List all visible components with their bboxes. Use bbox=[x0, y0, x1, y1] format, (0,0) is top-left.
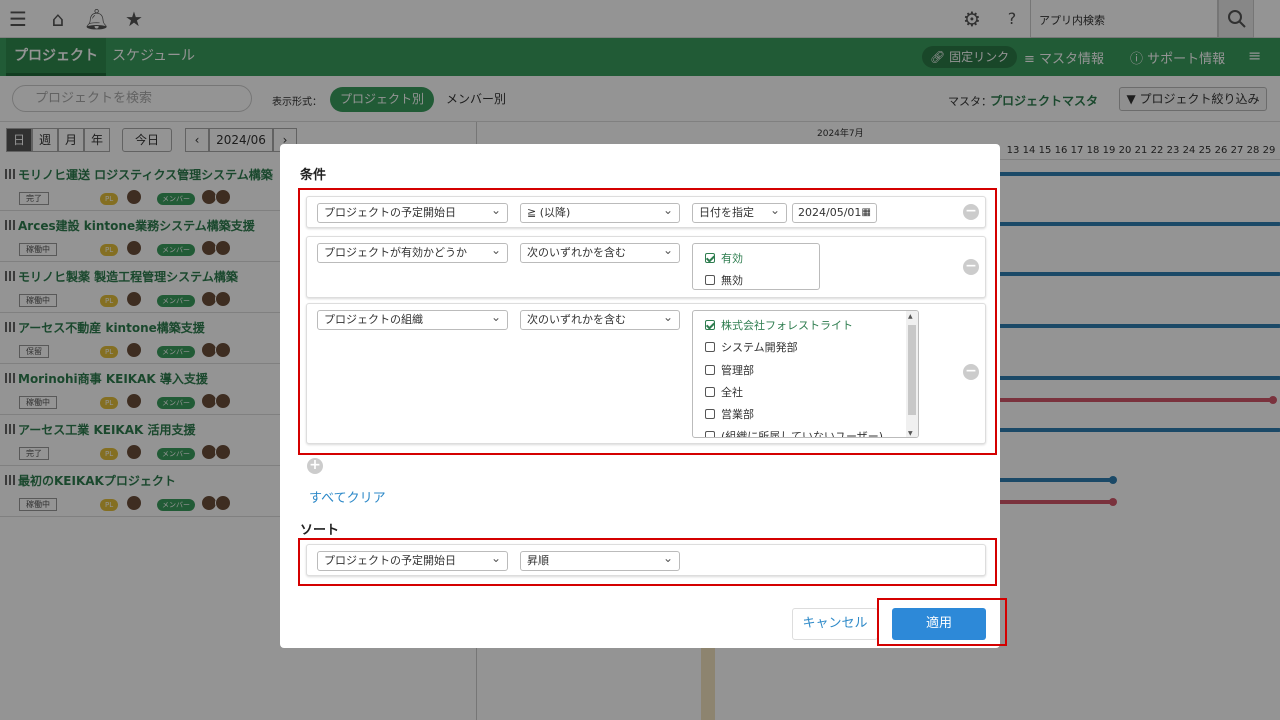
checkbox-icon bbox=[705, 431, 715, 437]
condition-operator-select[interactable]: 次のいずれかを含む bbox=[520, 241, 680, 263]
scrollbar-thumb[interactable] bbox=[908, 325, 916, 415]
app: ☰ ⌂ 🔔︎ ★ ⚙ ? アプリ内検索 プロジェクト スケジュール 🔗︎ 固定リ… bbox=[0, 0, 1280, 720]
sort-row: プロジェクトの予定開始日 昇順 bbox=[306, 544, 986, 576]
checkbox-icon bbox=[705, 365, 715, 375]
option-label: 営業部 bbox=[721, 408, 754, 421]
condition-field-select[interactable]: プロジェクトの組織 bbox=[317, 308, 508, 330]
condition-operator-select[interactable]: ≧ (以降) bbox=[520, 201, 680, 223]
option-label: 管理部 bbox=[721, 364, 754, 377]
active-options-box: 有効 無効 bbox=[692, 243, 820, 290]
apply-button[interactable]: 適用 bbox=[892, 608, 986, 640]
option-label: 全社 bbox=[721, 386, 743, 399]
remove-condition-icon[interactable]: − bbox=[963, 259, 979, 275]
scroll-up-icon[interactable]: ▲ bbox=[908, 313, 913, 320]
filter-modal: 条件 プロジェクトの予定開始日 ≧ (以降) 日付を指定 2024/05/01 … bbox=[280, 144, 1007, 648]
calendar-icon[interactable]: ▦ bbox=[862, 204, 871, 222]
condition-field-select[interactable]: プロジェクトの予定開始日 bbox=[317, 201, 508, 223]
scroll-down-icon[interactable]: ▼ bbox=[908, 430, 913, 437]
option-label: (組織に所属していないユーザー) bbox=[721, 430, 884, 438]
option-label: 有効 bbox=[721, 252, 743, 265]
condition-operator-select[interactable]: 次のいずれかを含む bbox=[520, 308, 680, 330]
scrollbar[interactable]: ▲ ▼ bbox=[906, 311, 918, 437]
option-inactive[interactable]: 無効 bbox=[705, 272, 743, 288]
option-org[interactable]: 全社 bbox=[705, 384, 743, 400]
condition-field-select[interactable]: プロジェクトが有効かどうか bbox=[317, 241, 508, 263]
option-label: 株式会社フォレストライト bbox=[721, 319, 853, 332]
checkbox-icon bbox=[705, 409, 715, 419]
option-label: 無効 bbox=[721, 274, 743, 287]
cancel-button[interactable]: キャンセル bbox=[792, 608, 878, 640]
option-org[interactable]: 株式会社フォレストライト bbox=[705, 317, 853, 333]
checkbox-icon bbox=[705, 387, 715, 397]
remove-condition-icon[interactable]: − bbox=[963, 204, 979, 220]
sort-order-select[interactable]: 昇順 bbox=[520, 549, 680, 571]
condition-row-organization: プロジェクトの組織 次のいずれかを含む 株式会社フォレストライト システム開発部… bbox=[306, 303, 986, 444]
date-input[interactable]: 2024/05/01 ▦ bbox=[792, 203, 877, 223]
sort-field-select[interactable]: プロジェクトの予定開始日 bbox=[317, 549, 508, 571]
date-mode-select[interactable]: 日付を指定 bbox=[692, 201, 787, 223]
checkbox-icon bbox=[705, 342, 715, 352]
add-condition-icon[interactable]: + bbox=[307, 458, 323, 474]
clear-all-link[interactable]: すべてクリア bbox=[309, 487, 386, 506]
option-org[interactable]: システム開発部 bbox=[705, 339, 798, 355]
condition-row-active: プロジェクトが有効かどうか 次のいずれかを含む 有効 無効 − bbox=[306, 236, 986, 298]
option-org[interactable]: 営業部 bbox=[705, 406, 754, 422]
option-label: システム開発部 bbox=[721, 341, 798, 354]
checkbox-icon bbox=[705, 275, 715, 285]
option-active[interactable]: 有効 bbox=[705, 250, 743, 266]
sort-title: ソート bbox=[300, 523, 340, 538]
condition-row-start-date: プロジェクトの予定開始日 ≧ (以降) 日付を指定 2024/05/01 ▦ − bbox=[306, 196, 986, 228]
conditions-title: 条件 bbox=[300, 168, 327, 183]
option-org[interactable]: (組織に所属していないユーザー) bbox=[705, 428, 884, 438]
checkbox-checked-icon bbox=[705, 253, 715, 263]
date-value: 2024/05/01 bbox=[798, 206, 862, 219]
checkbox-checked-icon bbox=[705, 320, 715, 330]
option-org[interactable]: 管理部 bbox=[705, 362, 754, 378]
organization-options-box[interactable]: 株式会社フォレストライト システム開発部 管理部 全社 営業部 (組織に所属して… bbox=[692, 310, 919, 438]
remove-condition-icon[interactable]: − bbox=[963, 364, 979, 380]
